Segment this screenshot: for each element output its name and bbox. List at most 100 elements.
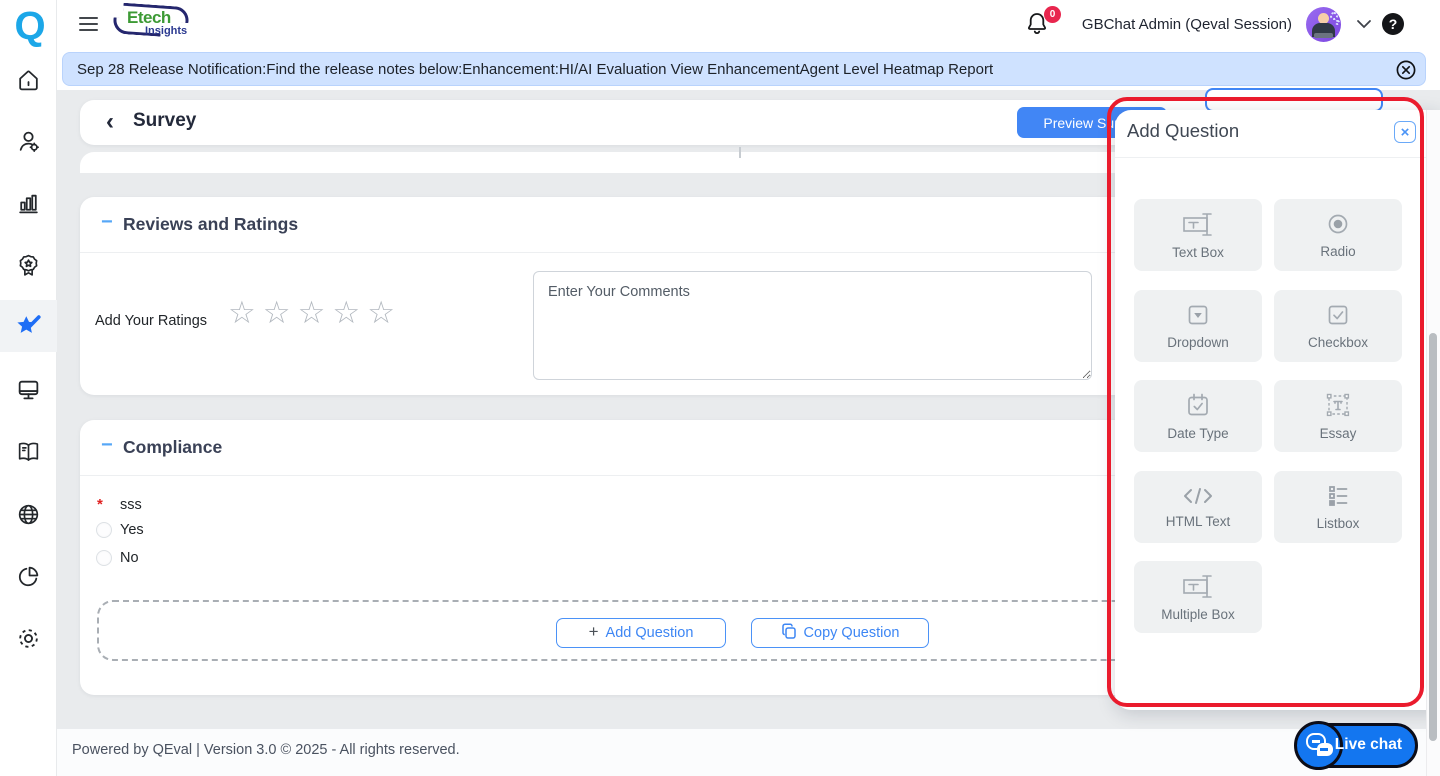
release-notification-text: Sep 28 Release Notification:Find the rel… — [77, 61, 993, 78]
sidebar-item-quality[interactable] — [0, 239, 57, 291]
star-icon[interactable]: ☆ — [228, 295, 256, 330]
star-icon[interactable]: ☆ — [263, 295, 291, 330]
brand-line2: Insights — [145, 25, 187, 37]
add-section-button-partially-hidden[interactable] — [1205, 88, 1383, 112]
tile-label: Multiple Box — [1161, 607, 1235, 622]
add-question-panel: Add Question × Text Box Radio Dropdown C… — [1115, 110, 1440, 710]
copy-icon — [781, 623, 797, 644]
required-asterisk: * — [97, 496, 103, 513]
notification-count-badge: 0 — [1044, 6, 1061, 23]
tile-text-box[interactable]: Text Box — [1134, 199, 1262, 271]
top-header: Etech Insights 0 GBChat Admin (Qeval Ses… — [57, 0, 1440, 48]
user-session-label[interactable]: GBChat Admin (Qeval Session) — [1082, 0, 1292, 48]
radio-icon[interactable] — [96, 550, 112, 566]
live-chat-label: Live chat — [1335, 736, 1402, 754]
sidebar-item-analytics[interactable] — [0, 550, 57, 602]
monitor-icon — [16, 377, 41, 402]
sidebar: Q — [0, 0, 57, 776]
tile-checkbox[interactable]: Checkbox — [1274, 290, 1402, 362]
sidebar-item-web[interactable] — [0, 488, 57, 540]
banner-close-icon[interactable] — [1395, 59, 1417, 81]
survey-star-pen-icon — [16, 313, 42, 339]
tile-label: Dropdown — [1167, 335, 1229, 350]
add-question-button[interactable]: + Add Question — [556, 618, 726, 648]
calendar-icon — [1184, 391, 1212, 419]
page-title: Survey — [133, 110, 196, 132]
collapse-minus-icon[interactable]: − — [101, 211, 113, 234]
menu-toggle-icon[interactable] — [79, 17, 98, 31]
award-badge-icon — [16, 253, 41, 278]
copy-question-button[interactable]: Copy Question — [751, 618, 929, 648]
panel-title: Add Question — [1127, 120, 1239, 142]
copy-question-label: Copy Question — [804, 625, 900, 641]
star-icon[interactable]: ☆ — [298, 295, 326, 330]
radio-option-no[interactable]: No — [96, 550, 139, 566]
tile-label: Radio — [1320, 244, 1355, 259]
release-notification-banner: Sep 28 Release Notification:Find the rel… — [62, 52, 1426, 86]
tile-dropdown[interactable]: Dropdown — [1134, 290, 1262, 362]
tile-essay[interactable]: Essay — [1274, 380, 1402, 452]
etech-insights-logo[interactable]: Etech Insights — [115, 5, 199, 45]
sidebar-item-reports[interactable] — [0, 177, 57, 229]
pie-chart-icon — [16, 564, 41, 589]
tile-radio[interactable]: Radio — [1274, 199, 1402, 271]
tile-label: Listbox — [1317, 516, 1360, 531]
panel-close-icon[interactable]: × — [1394, 121, 1416, 143]
divider-tick — [739, 147, 741, 158]
notifications-button[interactable]: 0 — [1025, 10, 1055, 40]
star-icon[interactable]: ☆ — [367, 295, 395, 330]
radio-type-icon — [1325, 211, 1351, 237]
qeval-logo[interactable]: Q — [8, 4, 52, 48]
chevron-down-icon[interactable] — [1356, 17, 1372, 35]
tile-multiple-box[interactable]: Multiple Box — [1134, 561, 1262, 633]
star-icon[interactable]: ☆ — [332, 295, 360, 330]
tile-listbox[interactable]: Listbox — [1274, 471, 1402, 543]
star-rating-input[interactable]: ☆☆☆☆☆ — [228, 295, 402, 331]
rating-label: Add Your Ratings — [95, 313, 207, 329]
section-title: Compliance — [123, 437, 222, 458]
tile-date-type[interactable]: Date Type — [1134, 380, 1262, 452]
bar-chart-icon — [16, 191, 41, 216]
tile-label: Text Box — [1172, 245, 1224, 260]
home-icon — [16, 68, 41, 93]
sidebar-item-monitoring[interactable] — [0, 363, 57, 415]
radio-icon[interactable] — [96, 522, 112, 538]
live-chat-button[interactable]: Live chat — [1295, 723, 1418, 768]
sidebar-item-home[interactable] — [0, 54, 57, 106]
sidebar-item-settings[interactable] — [0, 612, 57, 664]
multiplebox-icon — [1181, 573, 1215, 600]
comments-textarea[interactable] — [533, 271, 1092, 380]
dropdown-icon — [1185, 302, 1211, 328]
footer-text: Powered by QEval | Version 3.0 © 2025 - … — [72, 742, 460, 758]
panel-divider — [1115, 157, 1440, 158]
code-icon — [1181, 485, 1215, 507]
collapse-minus-icon[interactable]: − — [101, 434, 113, 457]
footer: Powered by QEval | Version 3.0 © 2025 - … — [57, 728, 1440, 776]
help-button[interactable]: ? — [1382, 13, 1404, 35]
scrollbar-thumb[interactable] — [1429, 333, 1437, 741]
globe-icon — [16, 502, 41, 527]
plus-icon: + — [589, 622, 599, 642]
tile-label: HTML Text — [1166, 514, 1231, 529]
open-book-icon — [16, 439, 41, 464]
question-text: sss — [120, 497, 142, 513]
back-button[interactable]: ‹ — [106, 108, 114, 136]
avatar[interactable] — [1306, 7, 1341, 42]
radio-option-yes[interactable]: Yes — [96, 522, 144, 538]
add-question-label: Add Question — [606, 625, 694, 641]
user-gear-icon — [16, 129, 41, 154]
sidebar-item-survey-active[interactable] — [0, 300, 57, 352]
scrollbar-track[interactable] — [1426, 110, 1440, 776]
checkbox-icon — [1325, 302, 1351, 328]
list-icon — [1324, 483, 1352, 509]
tile-label: Essay — [1320, 426, 1357, 441]
textbox-icon — [1181, 211, 1215, 238]
radio-option-label: No — [120, 550, 139, 566]
gear-icon — [16, 626, 41, 651]
tile-label: Date Type — [1167, 426, 1228, 441]
tile-html-text[interactable]: HTML Text — [1134, 471, 1262, 543]
essay-icon — [1323, 391, 1353, 419]
sidebar-item-library[interactable] — [0, 425, 57, 477]
sidebar-item-users[interactable] — [0, 115, 57, 167]
question-drop-zone: + Add Question Copy Question — [97, 600, 1152, 661]
